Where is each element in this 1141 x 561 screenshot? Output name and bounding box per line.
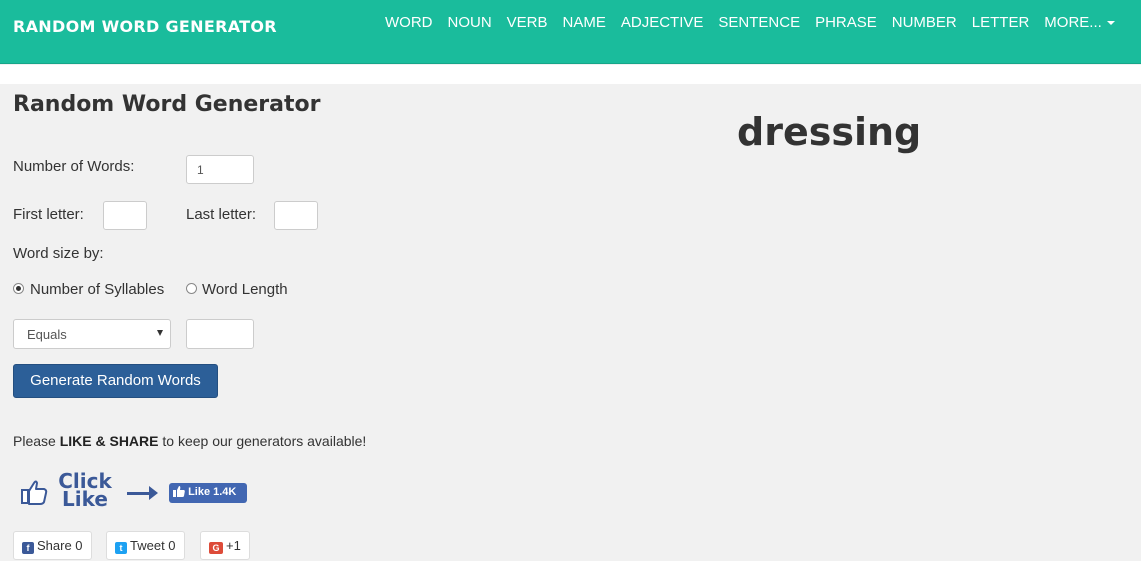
num-words-label: Number of Words: (13, 158, 135, 175)
facebook-like-label: Like 1.4K (188, 486, 237, 498)
share-note-prefix: Please (13, 433, 60, 449)
first-letter-label: First letter: (13, 206, 84, 223)
nav-item-letter[interactable]: LETTER (972, 14, 1030, 31)
share-note-bold: LIKE & SHARE (59, 433, 159, 449)
google-plus-button[interactable]: G +1 (200, 531, 250, 560)
first-letter-input[interactable] (103, 201, 147, 230)
comparison-select-value: Equals (27, 327, 67, 342)
page-title: Random Word Generator (13, 92, 321, 117)
facebook-share-button[interactable]: f Share 0 (13, 531, 92, 560)
nav-item-more[interactable]: MORE... (1044, 14, 1115, 31)
last-letter-input[interactable] (274, 201, 318, 230)
tweet-label: Tweet 0 (130, 538, 176, 553)
nav-more-label: MORE... (1044, 14, 1102, 31)
header-spacer (0, 65, 1141, 84)
click-like-text: Click Like (55, 471, 115, 511)
result-word: dressing (737, 110, 922, 154)
share-note-suffix: to keep our generators available! (158, 433, 367, 449)
like-word: Like (62, 487, 108, 511)
nav-item-word[interactable]: WORD (385, 14, 433, 31)
nav-menu: WORD NOUN VERB NAME ADJECTIVE SENTENCE P… (385, 14, 1130, 31)
arrow-head (149, 486, 158, 500)
nav-item-sentence[interactable]: SENTENCE (718, 14, 800, 31)
nav-item-number[interactable]: NUMBER (892, 14, 957, 31)
caret-down-icon (1106, 21, 1115, 26)
click-like-graphic: Click Like Like 1.4K (20, 470, 250, 512)
radio-word-length-label[interactable]: Word Length (202, 281, 288, 298)
google-plus-label: +1 (226, 538, 241, 553)
radio-syllables[interactable] (13, 283, 24, 294)
word-size-label: Word size by: (13, 245, 104, 262)
nav-item-name[interactable]: NAME (563, 14, 606, 31)
nav-item-phrase[interactable]: PHRASE (815, 14, 877, 31)
twitter-icon: t (115, 542, 127, 554)
radio-word-length[interactable] (186, 283, 197, 294)
word-size-input[interactable] (186, 319, 254, 349)
share-note: Please LIKE & SHARE to keep our generato… (13, 433, 366, 449)
facebook-icon: f (22, 542, 34, 554)
thumbs-up-icon (21, 480, 48, 505)
top-navbar: RANDOM WORD GENERATOR WORD NOUN VERB NAM… (0, 0, 1141, 64)
last-letter-label: Last letter: (186, 206, 257, 223)
nav-item-verb[interactable]: VERB (507, 14, 548, 31)
brand-logo[interactable]: RANDOM WORD GENERATOR (13, 17, 277, 36)
tweet-button[interactable]: t Tweet 0 (106, 531, 185, 560)
select-arrow-icon (157, 330, 163, 336)
nav-item-noun[interactable]: NOUN (448, 14, 492, 31)
facebook-share-label: Share 0 (37, 538, 83, 553)
num-words-input[interactable]: 1 (186, 155, 254, 184)
nav-item-adjective[interactable]: ADJECTIVE (621, 14, 704, 31)
google-plus-icon: G (209, 542, 223, 554)
radio-syllables-label[interactable]: Number of Syllables (30, 281, 164, 298)
generate-button[interactable]: Generate Random Words (13, 364, 218, 398)
comparison-select[interactable]: Equals (13, 319, 171, 349)
arrow-right-icon (127, 492, 151, 495)
facebook-like-button[interactable]: Like 1.4K (169, 483, 247, 503)
facebook-thumb-icon (173, 486, 185, 497)
